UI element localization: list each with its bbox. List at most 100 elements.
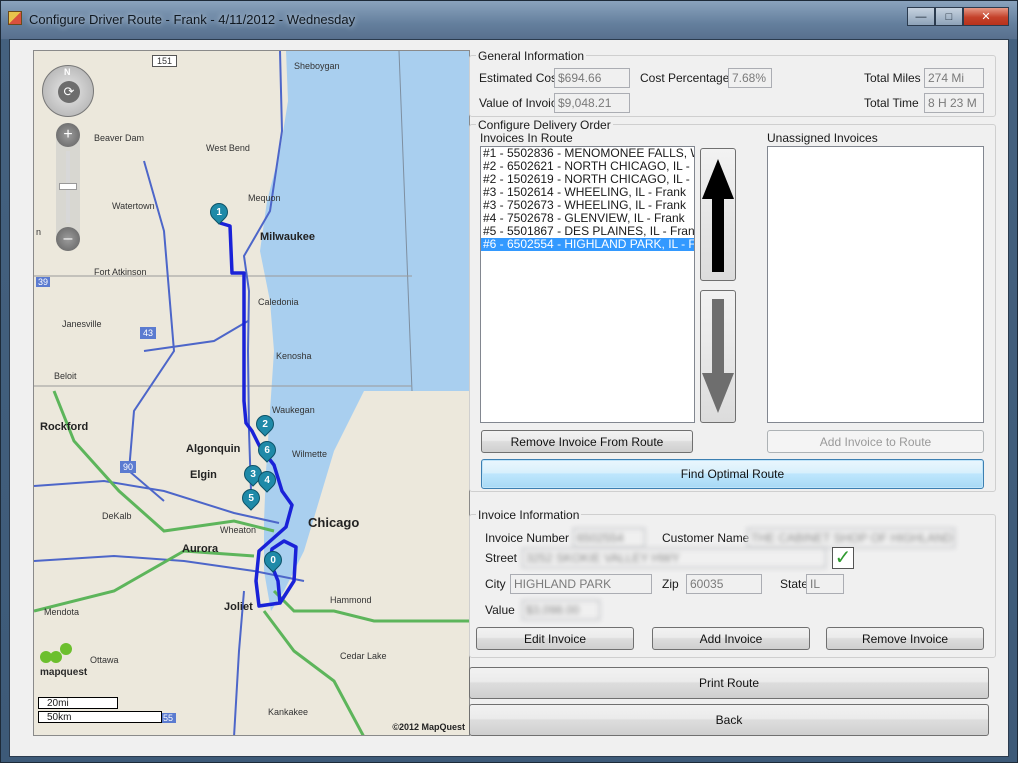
maximize-icon[interactable]: □ bbox=[935, 7, 963, 26]
map-label-route43: 43 bbox=[140, 327, 157, 339]
customer-name-field[interactable]: THE CABINET SHOP OF HIGHLAND PAF bbox=[747, 528, 955, 548]
map-label-kenosha: Kenosha bbox=[276, 351, 312, 361]
mapquest-logo-icon bbox=[40, 643, 74, 667]
map-scale-miles: 20mi bbox=[38, 697, 118, 709]
state-label: State bbox=[780, 577, 809, 591]
map-label-beloit: Beloit bbox=[54, 371, 77, 381]
map-label-ottawa: Ottawa bbox=[90, 655, 119, 665]
print-route-button[interactable]: Print Route bbox=[469, 667, 989, 699]
map-label-mequon: Mequon bbox=[248, 193, 281, 203]
map-label-wilmette: Wilmette bbox=[292, 449, 328, 459]
total-time-label: Total Time bbox=[864, 96, 919, 110]
map-label-wheaton: Wheaton bbox=[220, 525, 257, 535]
zip-label: Zip bbox=[662, 577, 679, 591]
mapquest-logo: mapquest bbox=[40, 643, 87, 678]
add-invoice-button[interactable]: Add Invoice bbox=[652, 627, 810, 650]
list-item-selected[interactable]: #6 - 6502554 - HIGHLAND PARK, IL - Frank bbox=[481, 238, 694, 251]
map-label-kankakee: Kankakee bbox=[268, 707, 309, 717]
value-of-invoice-label: Value of Invoice bbox=[479, 96, 564, 110]
zoom-out-icon[interactable]: – bbox=[56, 227, 80, 251]
invoices-in-route-list[interactable]: #1 - 5502836 - MENOMONEE FALLS, WI - #2 … bbox=[480, 146, 695, 423]
north-icon: N bbox=[64, 67, 71, 77]
group-title: Invoice Information bbox=[476, 508, 582, 522]
map-label-cedarlake: Cedar Lake bbox=[340, 651, 387, 661]
zoom-slider-thumb[interactable] bbox=[59, 183, 77, 190]
move-down-button[interactable] bbox=[700, 290, 736, 423]
remove-invoice-from-route-button[interactable]: Remove Invoice From Route bbox=[481, 430, 693, 453]
edit-invoice-button[interactable]: Edit Invoice bbox=[476, 627, 634, 650]
city-label: City bbox=[485, 577, 506, 591]
estimated-cost-label: Estimated Cost bbox=[479, 71, 561, 85]
general-information-group: General Information Estimated Cost $694.… bbox=[469, 49, 996, 117]
rotate-icon[interactable]: ⟳ bbox=[58, 81, 80, 103]
zip-field[interactable]: 60035 bbox=[686, 574, 762, 594]
map-label-dekalb: DeKalb bbox=[102, 511, 132, 521]
map-label-route90: 90 bbox=[120, 461, 137, 473]
map-label-route151: 151 bbox=[152, 55, 178, 67]
value-label: Value bbox=[485, 603, 515, 617]
add-invoice-to-route-button[interactable]: Add Invoice to Route bbox=[767, 430, 984, 453]
group-title: General Information bbox=[476, 49, 587, 63]
invoice-information-group: Invoice Information Invoice Number 65025… bbox=[469, 508, 996, 658]
zoom-in-icon[interactable]: + bbox=[56, 123, 80, 147]
map-label-joliet: Joliet bbox=[224, 601, 253, 613]
map-label-waukegan: Waukegan bbox=[272, 405, 315, 415]
cost-percentage-label: Cost Percentage bbox=[640, 71, 730, 85]
map-copyright: ©2012 MapQuest bbox=[392, 722, 465, 732]
total-miles-field: 274 Mi bbox=[924, 68, 984, 88]
map-pan-control[interactable]: N ⟳ bbox=[42, 65, 94, 117]
street-field[interactable]: 3252 SKOKIE VALLEY HWY bbox=[522, 548, 826, 568]
map-label-fortatkinson: Fort Atkinson bbox=[94, 267, 147, 277]
map-label-chicago: Chicago bbox=[308, 515, 360, 530]
map-label-caledonia: Caledonia bbox=[258, 297, 299, 307]
group-title: Configure Delivery Order bbox=[476, 118, 613, 132]
map-label-edge: n bbox=[36, 227, 42, 237]
value-of-invoice-field: $9,048.21 bbox=[554, 93, 630, 113]
map-label-mendota: Mendota bbox=[44, 607, 80, 617]
app-icon bbox=[8, 11, 22, 25]
map-label-hammond: Hammond bbox=[330, 595, 372, 605]
customer-name-label: Customer Name bbox=[662, 531, 750, 545]
map-scale-km: 50km bbox=[38, 711, 162, 723]
state-field[interactable]: IL bbox=[806, 574, 844, 594]
unassigned-invoices-list[interactable] bbox=[767, 146, 984, 423]
map-label-sheboygan: Sheboygan bbox=[294, 61, 340, 71]
invoice-number-field[interactable]: 6502554 bbox=[573, 528, 645, 548]
map-label-route39: 39 bbox=[36, 277, 51, 287]
map-label-elgin: Elgin bbox=[190, 469, 217, 481]
invoices-in-route-label: Invoices In Route bbox=[480, 131, 573, 145]
total-miles-label: Total Miles bbox=[864, 71, 921, 85]
close-icon[interactable]: ✕ bbox=[963, 7, 1009, 26]
title-bar: Configure Driver Route - Frank - 4/11/20… bbox=[1, 1, 1017, 39]
window: Configure Driver Route - Frank - 4/11/20… bbox=[0, 0, 1018, 763]
move-up-button[interactable] bbox=[700, 148, 736, 281]
arrow-down-icon bbox=[702, 299, 734, 413]
map-label-beaverdam: Beaver Dam bbox=[94, 133, 145, 143]
map-canvas bbox=[34, 51, 469, 735]
map-label-route55: 55 bbox=[160, 713, 177, 723]
unassigned-invoices-label: Unassigned Invoices bbox=[767, 131, 878, 145]
find-optimal-route-button[interactable]: Find Optimal Route bbox=[481, 459, 984, 489]
remove-invoice-button[interactable]: Remove Invoice bbox=[826, 627, 984, 650]
arrow-up-icon bbox=[702, 159, 734, 272]
map-label-rockford: Rockford bbox=[40, 421, 89, 433]
map-label-milwaukee: Milwaukee bbox=[260, 231, 316, 243]
invoice-value-field[interactable]: $3,098.00 bbox=[522, 600, 600, 620]
city-field[interactable]: HIGHLAND PARK bbox=[510, 574, 652, 594]
back-button[interactable]: Back bbox=[469, 704, 989, 736]
invoice-number-label: Invoice Number bbox=[485, 531, 570, 545]
map-zoom-control[interactable]: + – bbox=[56, 123, 80, 251]
minimize-icon[interactable]: — bbox=[907, 7, 935, 26]
dialog-client-area: 151 Sheboygan Beaver Dam West Bend Mequo… bbox=[9, 39, 1009, 757]
route-map[interactable]: 151 Sheboygan Beaver Dam West Bend Mequo… bbox=[33, 50, 470, 736]
window-controls: — □ ✕ bbox=[907, 7, 1009, 26]
estimated-cost-field: $694.66 bbox=[554, 68, 630, 88]
street-label: Street bbox=[485, 551, 518, 565]
map-label-aurora: Aurora bbox=[182, 543, 219, 555]
map-label-westbend: West Bend bbox=[206, 143, 250, 153]
cost-percentage-field: 7.68% bbox=[728, 68, 772, 88]
map-label-janesville: Janesville bbox=[62, 319, 102, 329]
window-title: Configure Driver Route - Frank - 4/11/20… bbox=[29, 12, 356, 27]
address-verified-checkmark-icon: ✓ bbox=[832, 547, 854, 569]
configure-delivery-order-group: Configure Delivery Order Invoices In Rou… bbox=[469, 118, 996, 492]
